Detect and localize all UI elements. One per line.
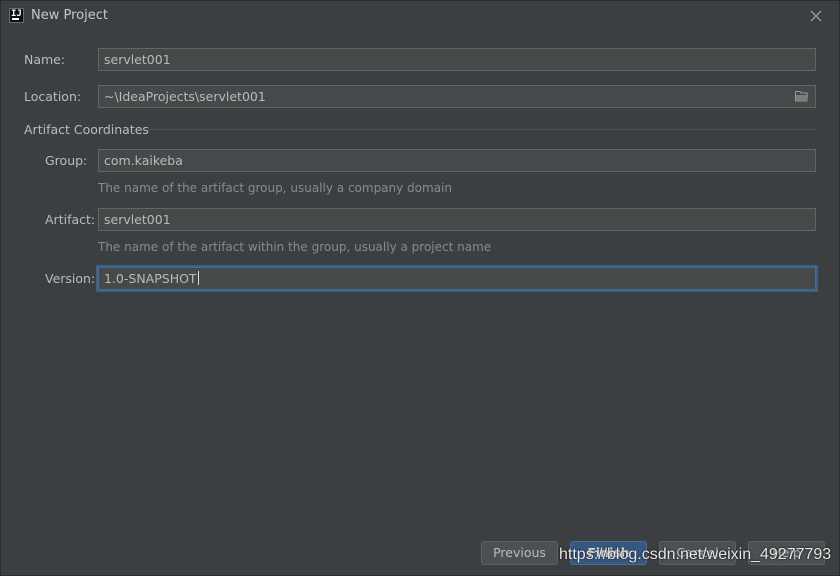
group-field[interactable]: com.kaikeba [98,149,816,172]
artifact-label: Artifact: [45,212,96,227]
artifact-value: servlet001 [104,212,171,227]
artifact-coordinates-heading: Artifact Coordinates [24,122,149,137]
group-hint: The name of the artifact group, usually … [98,181,452,195]
folder-icon[interactable] [795,90,809,102]
artifact-hint: The name of the artifact within the grou… [98,240,492,254]
location-value: ~\IdeaProjects\servlet001 [104,89,266,104]
name-value: servlet001 [104,52,171,67]
text-caret [197,271,199,285]
watermark: https://blog.csdn.net/weixin_49277793 [559,546,832,563]
location-label: Location: [24,89,82,104]
window-title: New Project [31,8,108,23]
group-value: com.kaikeba [104,153,183,168]
group-label: Group: [45,153,88,168]
version-value: 1.0-SNAPSHOT [104,271,197,286]
intellij-idea-icon: IJ [9,8,24,23]
name-field[interactable]: servlet001 [98,48,816,71]
version-field[interactable]: 1.0-SNAPSHOT [98,267,816,290]
version-label: Version: [45,271,96,286]
new-project-dialog: IJ New Project Name: servlet001 Location… [0,0,840,576]
artifact-field[interactable]: servlet001 [98,208,816,231]
name-label: Name: [24,52,66,67]
title-bar: IJ New Project [1,1,839,32]
section-divider [148,129,816,130]
previous-button[interactable]: Previous [481,541,558,565]
close-icon[interactable] [809,9,823,23]
location-field[interactable]: ~\IdeaProjects\servlet001 [98,85,816,108]
